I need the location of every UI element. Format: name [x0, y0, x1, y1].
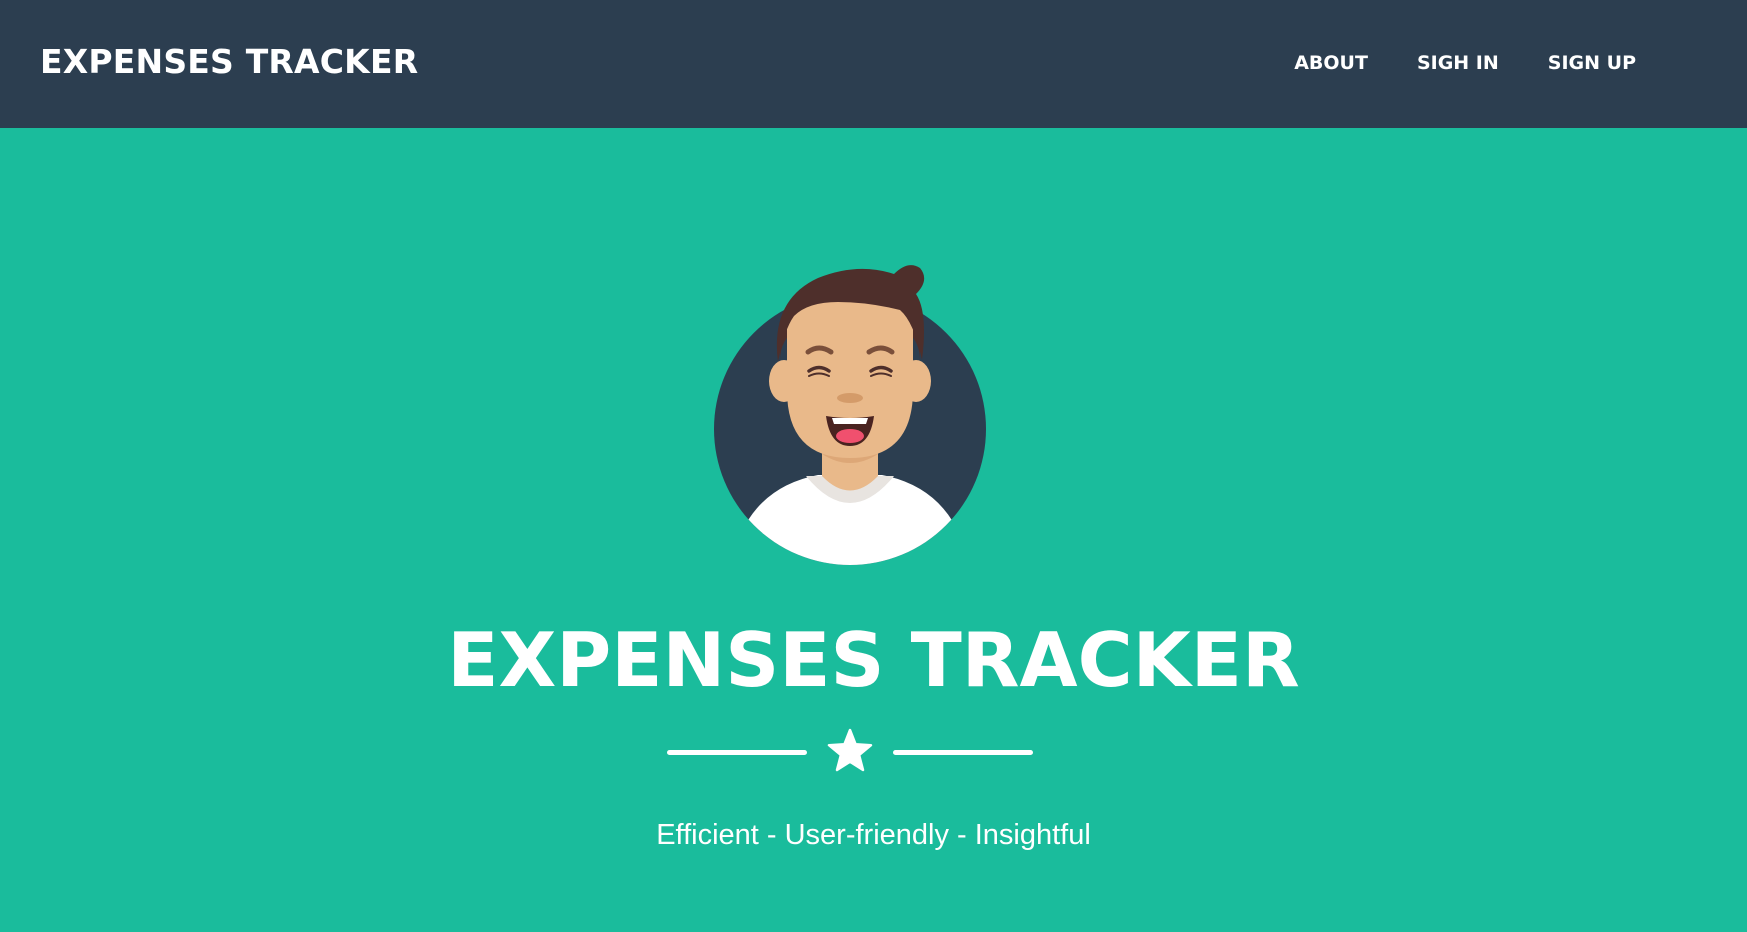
nav-link-sign-up[interactable]: SIGN UP	[1548, 50, 1636, 76]
hero-subtitle: Efficient - User-friendly - Insightful	[656, 819, 1091, 851]
divider-line-right	[893, 750, 1033, 755]
nav-link-sign-in[interactable]: SIGH IN	[1417, 50, 1499, 76]
nav-link-about[interactable]: ABOUT	[1294, 50, 1368, 76]
hero-title: EXPENSES TRACKER	[447, 616, 1300, 704]
navbar: EXPENSES TRACKER ABOUT SIGH IN SIGN UP	[0, 0, 1747, 128]
divider-line-left	[667, 750, 807, 755]
nav-links: ABOUT SIGH IN SIGN UP	[1294, 50, 1636, 76]
brand-logo-link[interactable]: EXPENSES TRACKER	[40, 40, 418, 84]
star-icon	[827, 728, 873, 772]
avatar	[708, 250, 1000, 570]
hero-divider	[667, 728, 1033, 776]
smiling-man-avatar-icon	[714, 265, 986, 565]
